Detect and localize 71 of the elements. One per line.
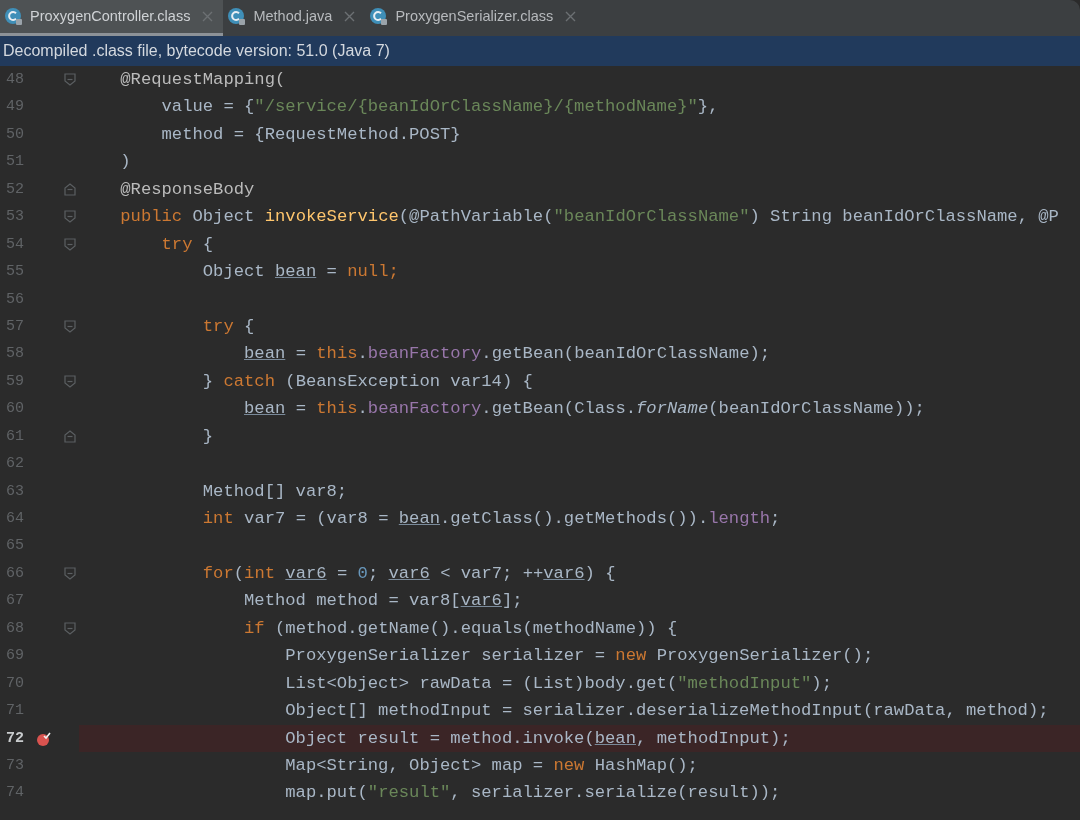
code-line: bean = this.beanFactory.getBean(Class.forName(beanIdOrClassName));	[243, 398, 925, 421]
code-line: Method method = var8[var6];	[243, 590, 523, 613]
code-line: for(int var6 = 0; var6 < var7; ++var6) {	[201, 562, 616, 585]
line-number: 53	[5, 207, 24, 228]
code-line: value = {"/service/{beanIdOrClassName}/{methodName}"},	[160, 96, 719, 119]
line-number: 54	[5, 234, 24, 255]
code-line: @RequestMapping(	[119, 69, 286, 91]
code-line: try {	[160, 233, 214, 256]
line-number: 69	[5, 646, 24, 667]
line-number: 72	[5, 728, 24, 749]
code-line: method = {RequestMethod.POST}	[160, 123, 461, 146]
code-line: }	[201, 425, 214, 448]
line-number: 65	[5, 536, 24, 557]
fold-marker-icon[interactable]	[64, 237, 76, 251]
code-line: Object result = method.invoke(bean, methodInput);	[284, 727, 791, 750]
line-number: 52	[5, 179, 24, 200]
line-number: 56	[5, 289, 24, 310]
code-line: Object[] methodInput = serializer.deserializeMethodInput(rawData, method);	[284, 700, 1049, 723]
close-icon[interactable]	[565, 11, 577, 22]
fold-marker-icon[interactable]	[64, 73, 76, 86]
fold-marker-icon[interactable]	[64, 621, 76, 635]
breakpoint-icon[interactable]	[36, 730, 52, 747]
code-line: if (method.getName().equals(methodName)) {	[243, 617, 678, 640]
line-number: 70	[5, 673, 24, 694]
code-line: int var7 = (var8 = bean.getClass().getMethods()).length;	[201, 508, 781, 530]
fold-marker-icon[interactable]	[64, 374, 76, 388]
line-number: 71	[5, 701, 24, 722]
file-tab[interactable]: ProxygenSerializer.class	[365, 0, 587, 36]
class-file-icon	[369, 6, 390, 27]
fold-marker-icon[interactable]	[64, 182, 76, 196]
close-icon[interactable]	[202, 11, 214, 22]
line-number: 58	[5, 344, 24, 365]
code-line: ProxygenSerializer serializer = new ProxygenSerializer();	[284, 645, 874, 668]
class-file-icon	[227, 6, 248, 27]
line-number: 67	[5, 591, 24, 612]
close-icon[interactable]	[344, 11, 356, 22]
line-number: 57	[5, 316, 24, 337]
line-number: 68	[5, 618, 24, 639]
file-tab[interactable]: ProxygenController.class	[0, 0, 224, 36]
code-line: public Object invokeService(@PathVariable("beanIdOrClassName") String beanIdOrClassName, @P	[119, 206, 1059, 229]
code-line: map.put("result", serializer.serialize(result));	[284, 782, 781, 805]
code-line: Map<String, Object> map = new HashMap();	[284, 754, 698, 777]
line-number: 49	[5, 97, 24, 118]
file-tab[interactable]: Method.java	[223, 0, 366, 36]
line-number: 64	[5, 509, 24, 529]
code-line: Object bean = null;	[201, 261, 399, 284]
line-number: 59	[5, 371, 24, 392]
class-file-icon	[4, 6, 24, 27]
code-line: Method[] var8;	[201, 480, 348, 503]
fold-marker-icon[interactable]	[64, 429, 76, 443]
line-number: 66	[5, 563, 24, 584]
line-number: 61	[5, 426, 24, 447]
line-number: 50	[5, 124, 24, 145]
code-line: @ResponseBody	[119, 178, 255, 201]
code-line: List<Object> rawData = (List)body.get("methodInput");	[284, 672, 832, 695]
line-number: 63	[5, 481, 24, 502]
line-number: 60	[5, 399, 24, 420]
fold-marker-icon[interactable]	[64, 319, 76, 333]
line-number: 62	[5, 454, 24, 475]
line-number: 74	[5, 783, 24, 804]
fold-marker-icon[interactable]	[64, 210, 76, 224]
info-banner-text: Decompiled .class file, bytecode version: 51.0 (Java 7)	[3, 41, 390, 61]
line-number: 51	[5, 152, 24, 173]
code-line: } catch (BeansException var14) {	[201, 370, 533, 393]
code-line: )	[119, 151, 131, 174]
line-number: 48	[5, 70, 24, 90]
fold-marker-icon[interactable]	[64, 566, 76, 580]
line-number: 73	[5, 755, 24, 776]
code-line: bean = this.beanFactory.getBean(beanIdOrClassName);	[243, 343, 771, 366]
code-line: try {	[201, 315, 255, 338]
line-number: 55	[5, 262, 24, 283]
